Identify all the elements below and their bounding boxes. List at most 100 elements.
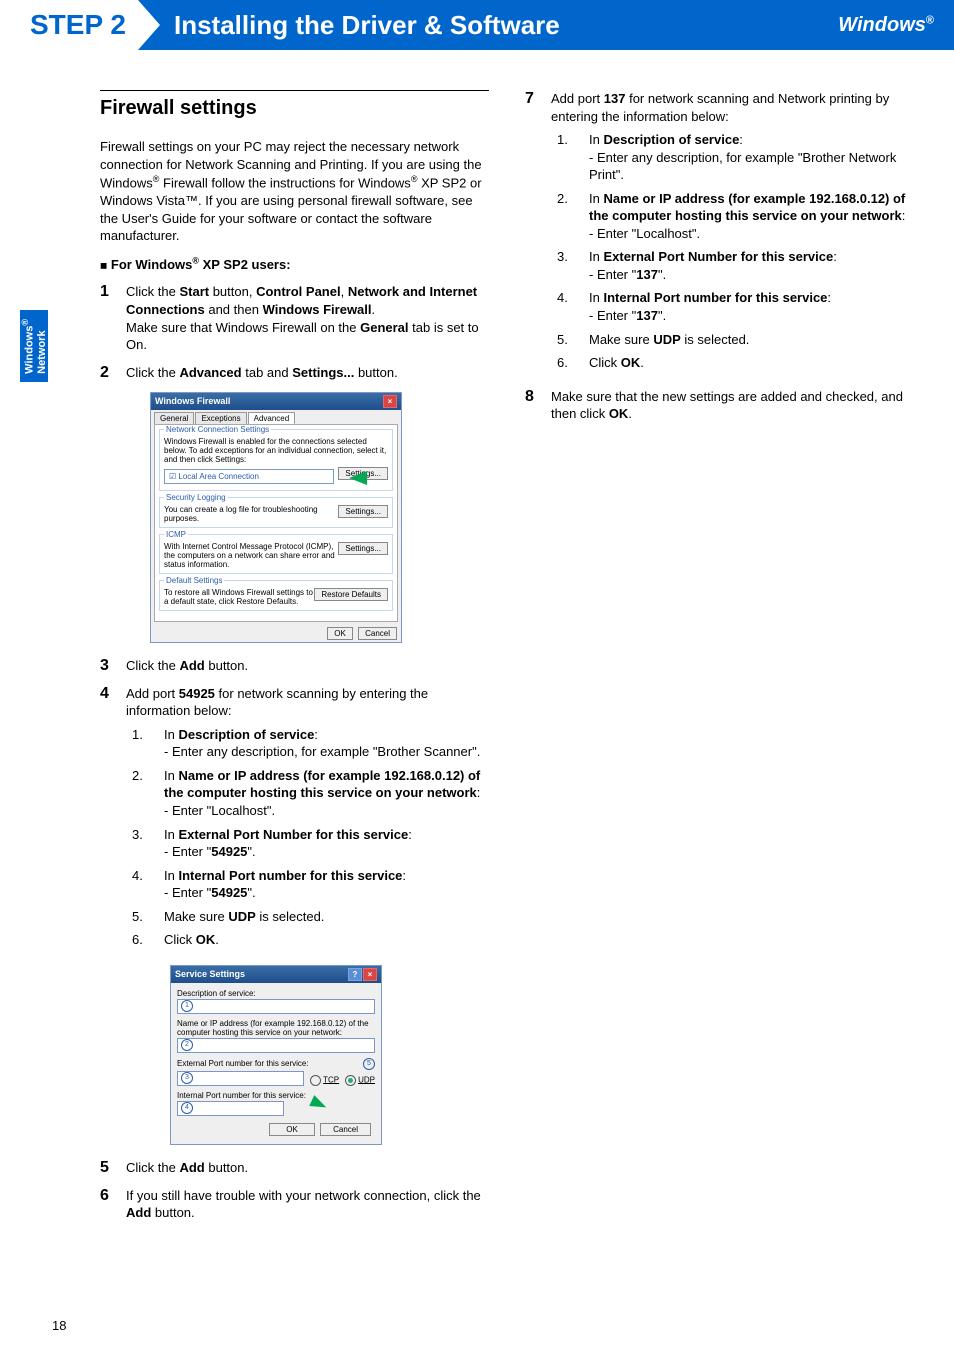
dialog-titlebar: Service Settings ?× (171, 966, 381, 983)
int-port-field[interactable]: 4 (177, 1101, 284, 1116)
step-number: 2 (100, 364, 126, 382)
subnum: 6. (126, 931, 164, 949)
subnum: 6. (551, 354, 589, 372)
main-step-6: 6 If you still have trouble with your ne… (100, 1187, 489, 1222)
tcp-label: TCP (323, 1075, 339, 1084)
ok-button[interactable]: OK (269, 1123, 315, 1136)
callout-3-icon: 3 (181, 1072, 193, 1084)
step-number: 7 (525, 90, 551, 378)
subnum: 3. (126, 826, 164, 861)
desc-label: Description of service: (177, 989, 375, 998)
step-number: 3 (100, 657, 126, 675)
sub-label: Internal Port number for this service (603, 290, 827, 305)
icmp-desc: With Internet Control Message Protocol (… (164, 542, 338, 569)
default-desc: To restore all Windows Firewall settings… (164, 588, 314, 606)
name-field[interactable]: 2 (177, 1038, 375, 1053)
page-number: 18 (52, 1318, 66, 1333)
side-tab-line2: Network (35, 330, 47, 373)
callout-1-icon: 1 (181, 1000, 193, 1012)
firewall-dialog-figure: Windows Firewall × General Exceptions Ad… (100, 392, 489, 643)
step-badge: STEP 2 (0, 0, 160, 50)
settings-button[interactable]: Settings... (338, 505, 388, 518)
group-icmp: ICMP (164, 530, 188, 539)
main-step-8: 8 Make sure that the new settings are ad… (525, 388, 914, 423)
ok-button[interactable]: OK (327, 627, 353, 640)
subnum: 1. (551, 131, 589, 184)
udp-label: UDP (358, 1075, 375, 1084)
seclog-desc: You can create a log file for troublesho… (164, 505, 338, 523)
tab-exceptions[interactable]: Exceptions (195, 412, 246, 424)
desc-field[interactable]: 1 (177, 999, 375, 1014)
sub-label: External Port Number for this service (603, 249, 833, 264)
main-step-2: 2 Click the Advanced tab and Settings...… (100, 364, 489, 382)
step-label: STEP 2 (0, 0, 138, 50)
dialog-title: Service Settings (175, 969, 245, 979)
step-number: 1 (100, 283, 126, 353)
main-step-3: 3 Click the Add button. (100, 657, 489, 675)
subnum: 4. (126, 867, 164, 902)
sub-label: Name or IP address (for example 192.168.… (164, 768, 480, 801)
subnum: 1. (126, 726, 164, 761)
sub-body: - Enter any description, for example "Br… (164, 744, 480, 759)
service-settings-figure: Service Settings ?× Description of servi… (100, 965, 489, 1145)
dialog-title: Windows Firewall (155, 396, 230, 406)
subnum: 2. (126, 767, 164, 820)
group-default: Default Settings (164, 576, 224, 585)
udp-radio[interactable] (345, 1075, 356, 1086)
group-network-connection: Network Connection Settings (164, 425, 271, 434)
group-security-logging: Security Logging (164, 493, 228, 502)
sub-label: Description of service (178, 727, 314, 742)
page-header: STEP 2 Installing the Driver & Software … (0, 0, 954, 50)
sub-body: - Enter any description, for example "Br… (589, 150, 896, 183)
sub-label: Description of service (603, 132, 739, 147)
sub-label: External Port Number for this service (178, 827, 408, 842)
bullet-heading: ■ For Windows® XP SP2 users: (100, 255, 489, 274)
subnum: 3. (551, 248, 589, 283)
callout-5-icon: 5 (363, 1058, 375, 1070)
side-tab-sup: ® (20, 319, 30, 326)
callout-2-icon: 2 (181, 1039, 193, 1051)
registered-mark: ® (926, 14, 934, 26)
dialog-titlebar: Windows Firewall × (151, 393, 401, 410)
subnum: 4. (551, 289, 589, 324)
sub-label: Internal Port number for this service (178, 868, 402, 883)
close-icon[interactable]: × (383, 395, 397, 408)
section-title: Firewall settings (100, 90, 489, 120)
header-os-text: Windows (838, 14, 926, 36)
sub-label: Name or IP address (for example 192.168.… (589, 191, 905, 224)
header-os-label: Windows® (838, 14, 934, 37)
tcp-radio[interactable] (310, 1075, 321, 1086)
step-number: 4 (100, 685, 126, 955)
service-settings-dialog: Service Settings ?× Description of servi… (170, 965, 382, 1145)
settings-button[interactable]: Settings... (338, 542, 388, 555)
cancel-button[interactable]: Cancel (358, 627, 397, 640)
step-number: 8 (525, 388, 551, 423)
callout-4-icon: 4 (181, 1102, 193, 1114)
subnum: 5. (126, 908, 164, 926)
tab-general[interactable]: General (154, 412, 194, 424)
network-conn-desc: Windows Firewall is enabled for the conn… (164, 437, 388, 464)
main-step-4: 4 Add port 54925 for network scanning by… (100, 685, 489, 955)
tab-advanced[interactable]: Advanced (248, 412, 296, 424)
subnum: 5. (551, 331, 589, 349)
intro-paragraph: Firewall settings on your PC may reject … (100, 138, 489, 245)
help-icon[interactable]: ? (348, 968, 362, 981)
side-tab-line1: Windows (23, 325, 35, 373)
main-step-7: 7 Add port 137 for network scanning and … (525, 90, 914, 378)
side-tab: Windows® Network (20, 310, 48, 382)
sub-body: - Enter "Localhost". (164, 803, 275, 818)
header-title: Installing the Driver & Software (174, 10, 838, 41)
lan-item[interactable]: Local Area Connection (178, 472, 259, 481)
content-columns: Firewall settings Firewall settings on y… (0, 50, 954, 1320)
close-icon[interactable]: × (363, 968, 377, 981)
ext-label: External Port number for this service: (177, 1059, 309, 1068)
ext-port-field[interactable]: 3 (177, 1071, 304, 1086)
restore-defaults-button[interactable]: Restore Defaults (314, 588, 388, 601)
cancel-button[interactable]: Cancel (320, 1123, 371, 1136)
main-step-5: 5 Click the Add button. (100, 1159, 489, 1177)
int-label: Internal Port number for this service: (177, 1091, 375, 1100)
name-label: Name or IP address (for example 192.168.… (177, 1019, 375, 1037)
pointer-arrow-icon (349, 471, 367, 485)
step-number: 6 (100, 1187, 126, 1222)
step-number: 5 (100, 1159, 126, 1177)
